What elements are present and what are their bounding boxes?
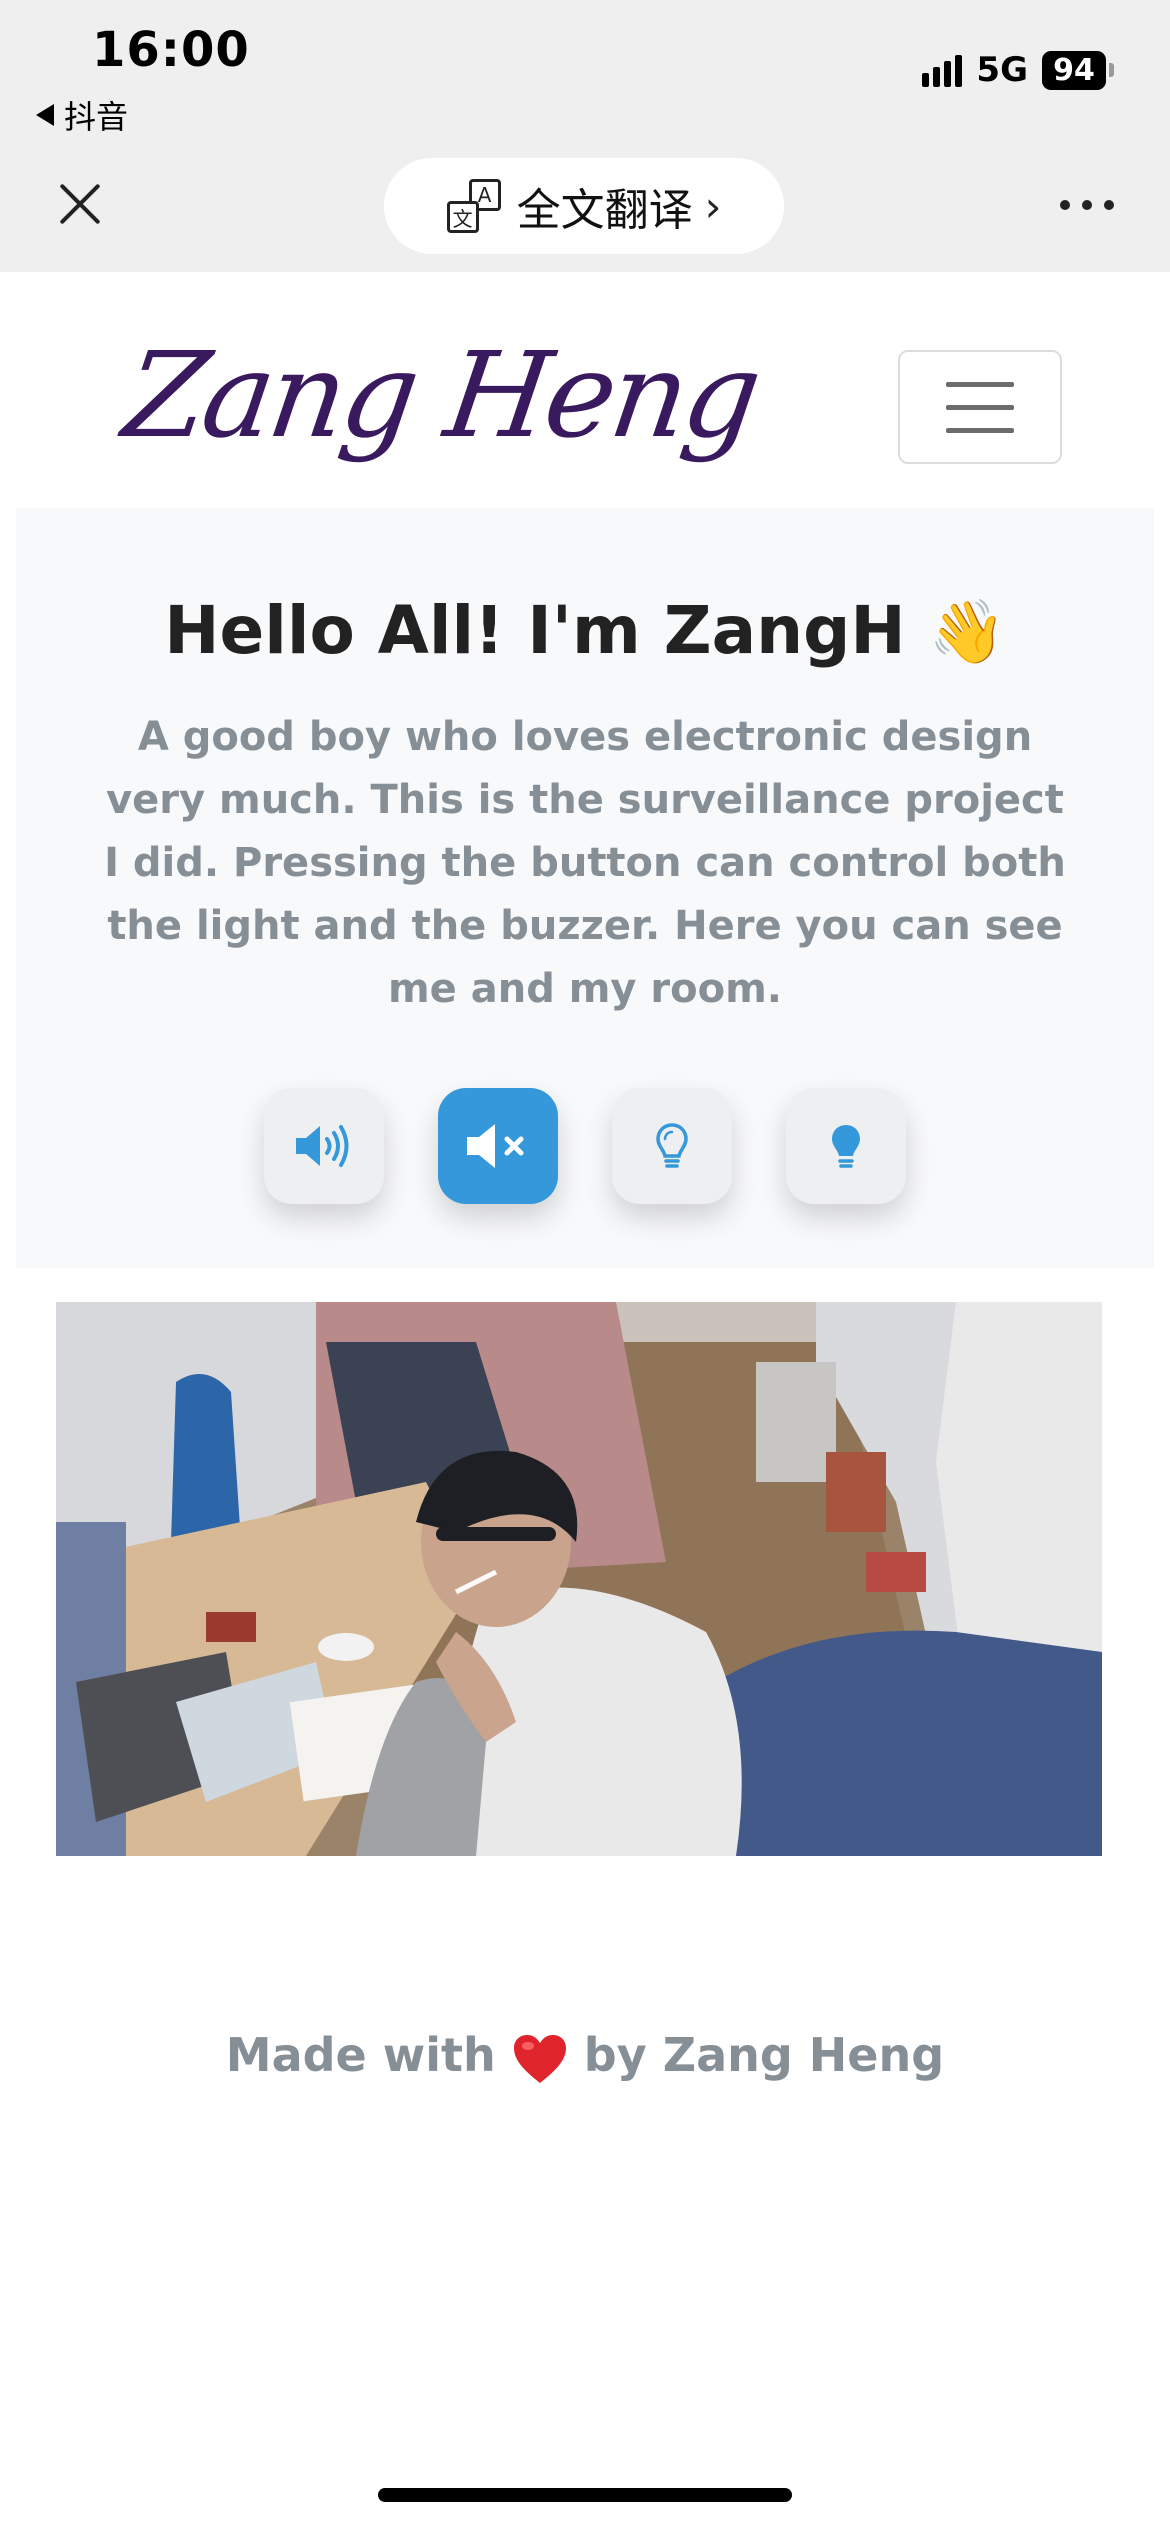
- translate-icon: A 文: [446, 179, 501, 233]
- close-icon[interactable]: [56, 180, 104, 228]
- hero-title-text: Hello All! I'm ZangH: [164, 592, 906, 669]
- lightbulb-outline-icon: [656, 1123, 688, 1168]
- more-options-icon[interactable]: [1060, 200, 1114, 210]
- volume-mute-icon: [467, 1124, 524, 1168]
- brand-logo[interactable]: Zang Heng: [116, 326, 765, 464]
- hamburger-icon: [946, 381, 1014, 387]
- light-on-button[interactable]: [786, 1088, 906, 1204]
- battery-level: 94: [1042, 50, 1106, 90]
- hero-description: A good boy who loves electronic design v…: [104, 714, 1066, 1012]
- back-app-label: 抖音: [64, 98, 129, 136]
- footer: Made with by Zang Heng: [0, 2028, 1170, 2085]
- back-to-app-link[interactable]: 抖音: [36, 92, 128, 138]
- buzzer-off-button[interactable]: [438, 1088, 558, 1204]
- hero-title: Hello All! I'm ZangH 👋: [16, 592, 1154, 669]
- lightbulb-filled-icon: [832, 1125, 860, 1168]
- footer-made-with: Made with: [225, 2028, 496, 2082]
- translate-label: 全文翻译: [516, 185, 693, 236]
- cellular-signal-icon: [922, 53, 963, 87]
- battery-icon: 94: [1042, 50, 1114, 90]
- control-buttons: [16, 1088, 1154, 1204]
- home-indicator[interactable]: [378, 2488, 792, 2502]
- camera-feed-image: [56, 1302, 1102, 1856]
- buzzer-on-button[interactable]: [264, 1088, 384, 1204]
- chevron-right-icon: ›: [704, 181, 722, 231]
- volume-up-icon: [296, 1125, 349, 1167]
- site-navbar: Zang Heng: [0, 272, 1170, 508]
- navbar-toggler-button[interactable]: [898, 350, 1062, 464]
- heart-icon: [513, 2034, 566, 2083]
- network-type: 5G: [976, 50, 1028, 90]
- browser-top-bar: 16:00 抖音 5G 94 A 文 全文翻译 ›: [0, 0, 1170, 272]
- hero-section: Hello All! I'm ZangH 👋 A good boy who lo…: [16, 508, 1154, 1268]
- light-off-button[interactable]: [612, 1088, 732, 1204]
- status-time: 16:00: [92, 22, 250, 78]
- status-indicators: 5G 94: [922, 50, 1114, 90]
- footer-by: by Zang Heng: [583, 2028, 945, 2082]
- waving-hand-icon: 👋: [928, 595, 1006, 668]
- back-triangle-icon: [36, 104, 54, 126]
- full-text-translate-button[interactable]: A 文 全文翻译 ›: [384, 158, 784, 254]
